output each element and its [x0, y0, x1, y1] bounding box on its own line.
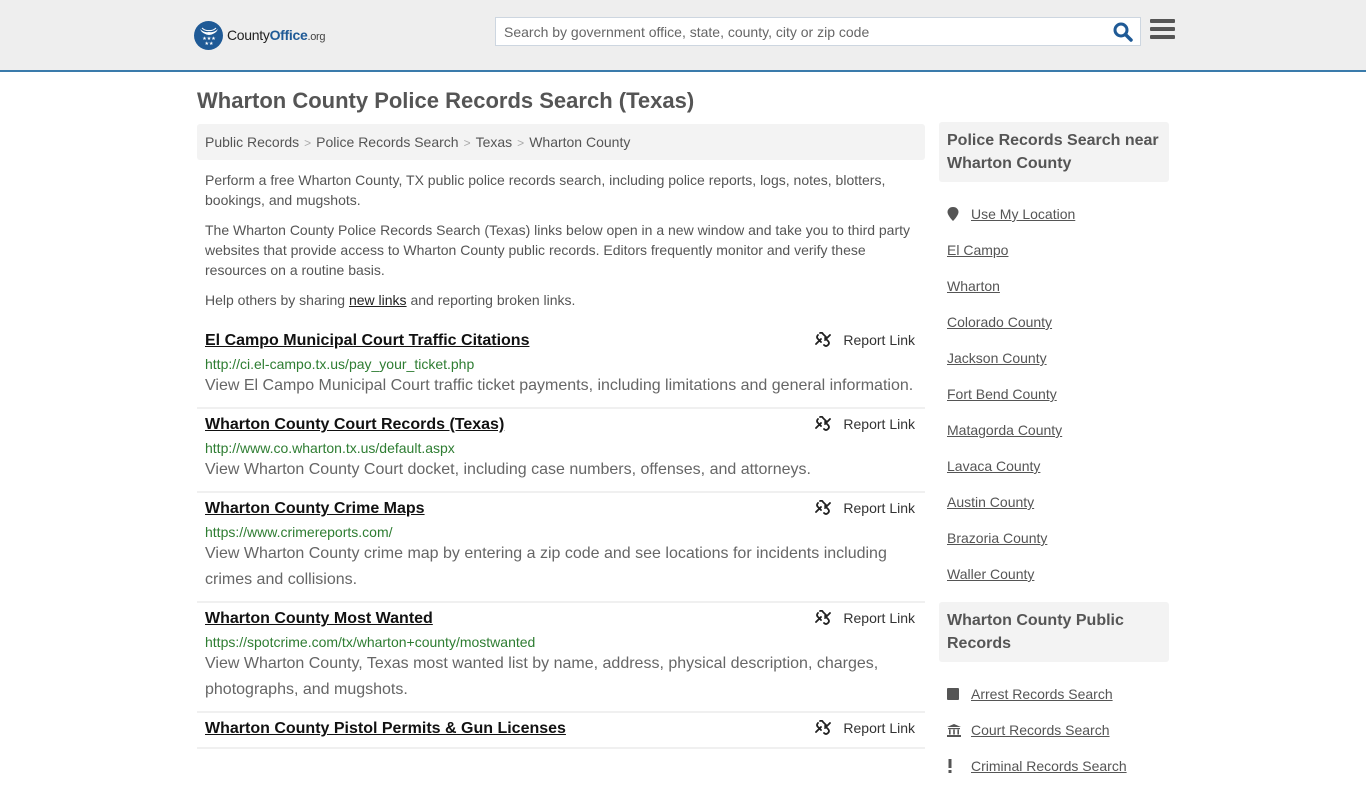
breadcrumb-separator: > [517, 136, 525, 150]
search-input[interactable] [496, 18, 1106, 45]
nearby-list: Use My Location El Campo Wharton Colorad… [939, 182, 1169, 602]
nearby-item: Waller County [947, 556, 1161, 592]
result-url[interactable]: https://spotcrime.com/tx/wharton+county/… [205, 633, 917, 651]
report-link-button[interactable]: Report Link [815, 416, 915, 432]
sidebar: Police Records Search near Wharton Count… [939, 122, 1169, 794]
result-item: Wharton County Crime Maps Report Link ht… [197, 493, 925, 603]
result-item: Wharton County Court Records (Texas) Rep… [197, 409, 925, 493]
nearby-link-matagorda-county[interactable]: Matagorda County [947, 422, 1062, 438]
broken-link-icon [815, 332, 832, 347]
search-box [495, 17, 1141, 46]
report-link-button[interactable]: Report Link [815, 720, 915, 736]
nearby-link-wharton[interactable]: Wharton [947, 278, 1000, 294]
result-title-link[interactable]: Wharton County Pistol Permits & Gun Lice… [205, 719, 566, 739]
breadcrumb-police-records-search[interactable]: Police Records Search [316, 134, 458, 150]
criminal-records-search-link[interactable]: Criminal Records Search [971, 758, 1127, 774]
result-description: View Wharton County Court docket, includ… [205, 461, 811, 478]
page-title: Wharton County Police Records Search (Te… [197, 88, 695, 113]
logo-link[interactable]: ★★★ ★★ CountyOffice.org [194, 20, 326, 50]
site-header: ★★★ ★★ CountyOffice.org [0, 0, 1366, 72]
broken-link-icon [815, 610, 832, 625]
result-url[interactable]: http://ci.el-campo.tx.us/pay_your_ticket… [205, 355, 917, 373]
logo-text: CountyOffice.org [227, 27, 326, 43]
result-title-link[interactable]: Wharton County Crime Maps [205, 499, 425, 519]
breadcrumb-separator: > [463, 136, 471, 150]
nearby-item: Jackson County [947, 340, 1161, 376]
nearby-link-austin-county[interactable]: Austin County [947, 494, 1034, 510]
broken-link-icon [815, 720, 832, 735]
public-records-item: Criminal Records Search [947, 748, 1161, 784]
result-url[interactable]: http://www.co.wharton.tx.us/default.aspx [205, 439, 917, 457]
court-records-search-link[interactable]: Court Records Search [971, 722, 1110, 738]
nearby-item: Lavaca County [947, 448, 1161, 484]
broken-link-icon [815, 500, 832, 515]
breadcrumb: Public Records > Police Records Search > Tex… [197, 124, 925, 160]
map-marker-icon [947, 207, 963, 221]
intro-paragraph-3: Help others by sharing new links and rep… [205, 292, 576, 308]
nearby-link-lavaca-county[interactable]: Lavaca County [947, 458, 1040, 474]
nearby-link-colorado-county[interactable]: Colorado County [947, 314, 1052, 330]
nearby-heading: Police Records Search near Wharton Count… [939, 122, 1169, 182]
nearby-link-fort-bend-county[interactable]: Fort Bend County [947, 386, 1057, 402]
public-records-item: Court Records Search [947, 712, 1161, 748]
breadcrumb-separator: > [304, 136, 312, 150]
result-description: View Wharton County crime map by enterin… [205, 545, 887, 588]
public-records-heading: Wharton County Public Records [939, 602, 1169, 662]
intro-text: Perform a free Wharton County, TX public… [205, 170, 920, 320]
arrest-records-search-link[interactable]: Arrest Records Search [971, 686, 1113, 702]
nearby-item: Wharton [947, 268, 1161, 304]
breadcrumb-wharton-county[interactable]: Wharton County [529, 134, 630, 150]
public-records-list: Arrest Records Search Court Records Sear… [939, 662, 1169, 794]
eagle-stars-icon: ★★★ ★★ [194, 20, 223, 50]
result-title-link[interactable]: El Campo Municipal Court Traffic Citatio… [205, 331, 529, 351]
exclamation-icon [947, 759, 963, 773]
menu-bar [1150, 35, 1175, 39]
intro-paragraph-2: The Wharton County Police Records Search… [205, 222, 911, 278]
result-item: Wharton County Pistol Permits & Gun Lice… [197, 713, 925, 749]
report-link-button[interactable]: Report Link [815, 500, 915, 516]
report-link-button[interactable]: Report Link [815, 332, 915, 348]
nearby-item: Matagorda County [947, 412, 1161, 448]
search-icon [1113, 22, 1133, 42]
use-my-location-item: Use My Location [947, 196, 1161, 232]
result-title-link[interactable]: Wharton County Most Wanted [205, 609, 433, 629]
svg-text:★★: ★★ [204, 41, 213, 46]
nearby-item: Fort Bend County [947, 376, 1161, 412]
nearby-link-brazoria-county[interactable]: Brazoria County [947, 530, 1047, 546]
broken-link-icon [815, 416, 832, 431]
menu-bar [1150, 19, 1175, 23]
menu-bar [1150, 27, 1175, 31]
result-title-link[interactable]: Wharton County Court Records (Texas) [205, 415, 504, 435]
result-item: El Campo Municipal Court Traffic Citatio… [197, 325, 925, 409]
nearby-link-el-campo[interactable]: El Campo [947, 242, 1008, 258]
intro-paragraph-1: Perform a free Wharton County, TX public… [205, 172, 886, 208]
nearby-item: Brazoria County [947, 520, 1161, 556]
use-my-location-link[interactable]: Use My Location [971, 206, 1075, 222]
courthouse-icon [947, 723, 963, 737]
breadcrumb-public-records[interactable]: Public Records [205, 134, 299, 150]
nearby-item: El Campo [947, 232, 1161, 268]
results-list: El Campo Municipal Court Traffic Citatio… [197, 325, 925, 749]
nearby-item: Austin County [947, 484, 1161, 520]
report-link-button[interactable]: Report Link [815, 610, 915, 626]
result-item: Wharton County Most Wanted Report Link h… [197, 603, 925, 713]
new-links-link[interactable]: new links [349, 292, 407, 308]
search-button[interactable] [1112, 21, 1134, 43]
result-description: View El Campo Municipal Court traffic ti… [205, 377, 914, 394]
nearby-link-jackson-county[interactable]: Jackson County [947, 350, 1047, 366]
nearby-link-waller-county[interactable]: Waller County [947, 566, 1034, 582]
result-url[interactable]: https://www.crimereports.com/ [205, 523, 917, 541]
square-icon [947, 688, 963, 700]
result-description: View Wharton County, Texas most wanted l… [205, 655, 879, 698]
breadcrumb-texas[interactable]: Texas [476, 134, 513, 150]
nearby-item: Colorado County [947, 304, 1161, 340]
hamburger-menu-button[interactable] [1150, 19, 1175, 43]
public-records-item: Arrest Records Search [947, 676, 1161, 712]
